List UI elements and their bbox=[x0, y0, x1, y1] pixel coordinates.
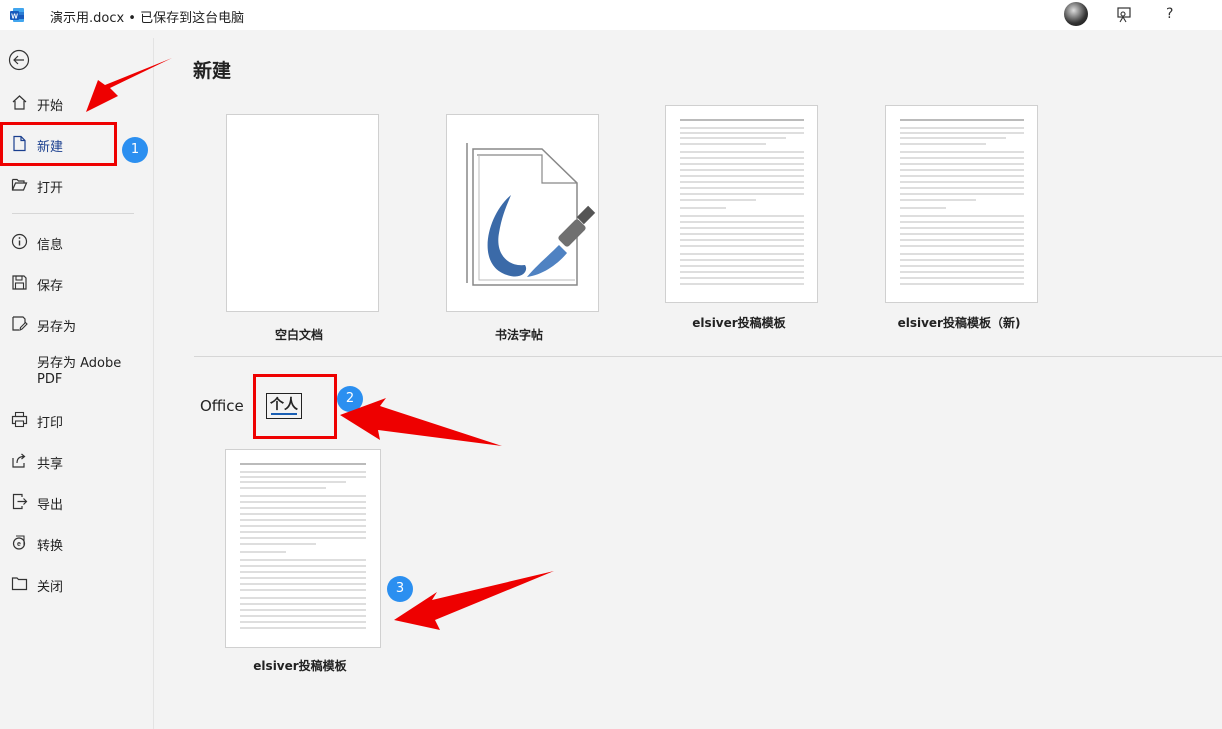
template-calligraphy-thumbnail[interactable] bbox=[446, 114, 599, 312]
document-lines-preview bbox=[900, 119, 1024, 285]
personal-template-elsiver-label: elsiver投稿模板 bbox=[253, 659, 347, 673]
calligraphy-illustration-icon bbox=[466, 143, 596, 286]
document-title: 演示用.docx • 已保存到这台电脑 bbox=[50, 11, 245, 26]
nav-export-label: 导出 bbox=[37, 498, 64, 513]
print-icon bbox=[11, 411, 28, 428]
template-blank-label: 空白文档 bbox=[274, 328, 323, 342]
save-as-icon bbox=[12, 316, 28, 331]
word-logo-icon: W bbox=[10, 8, 24, 22]
back-arrow-icon[interactable] bbox=[8, 49, 30, 71]
nav-info-label: 信息 bbox=[37, 238, 64, 253]
section-divider bbox=[194, 356, 1222, 357]
template-elsiver-new-label: elsiver投稿模板（新) bbox=[897, 316, 1021, 330]
nav-convert[interactable]: e 转换 bbox=[0, 526, 153, 560]
document-lines-preview bbox=[240, 463, 366, 629]
title-bar: W 演示用.docx • 已保存到这台电脑 ? bbox=[0, 0, 1222, 30]
avatar[interactable] bbox=[1064, 2, 1088, 26]
new-document-icon bbox=[13, 135, 26, 152]
tab-personal[interactable]: 个人 bbox=[266, 393, 302, 419]
convert-icon: e bbox=[12, 535, 26, 550]
feedback-icon[interactable] bbox=[1115, 6, 1133, 24]
home-icon bbox=[12, 95, 27, 110]
template-calligraphy-label: 书法字帖 bbox=[494, 328, 543, 342]
nav-home-label: 开始 bbox=[37, 99, 64, 114]
nav-divider bbox=[12, 213, 134, 214]
document-lines-preview bbox=[680, 119, 804, 285]
template-blank-thumbnail[interactable] bbox=[226, 114, 379, 312]
help-icon[interactable]: ? bbox=[1166, 6, 1173, 22]
nav-new[interactable]: 新建 bbox=[0, 127, 153, 161]
nav-open[interactable]: 打开 bbox=[0, 168, 153, 202]
nav-close-label: 关闭 bbox=[37, 580, 64, 595]
close-folder-icon bbox=[11, 577, 28, 591]
export-icon bbox=[12, 493, 28, 510]
nav-export[interactable]: 导出 bbox=[0, 485, 153, 519]
page-title: 新建 bbox=[193, 60, 232, 82]
tab-office[interactable]: Office bbox=[200, 397, 244, 415]
personal-template-elsiver-thumbnail[interactable] bbox=[225, 449, 381, 648]
backstage-sidebar: 开始 新建 打开 信息 保存 另存为 另存为 Adobe PDF 打印 共享 导… bbox=[0, 38, 154, 729]
info-icon bbox=[11, 233, 28, 250]
nav-open-label: 打开 bbox=[37, 181, 64, 196]
nav-save-as-label: 另存为 bbox=[37, 320, 77, 335]
template-elsiver-label: elsiver投稿模板 bbox=[692, 316, 786, 330]
nav-new-label: 新建 bbox=[37, 140, 64, 155]
nav-save-label: 保存 bbox=[37, 279, 64, 294]
nav-print-label: 打印 bbox=[37, 416, 64, 431]
svg-text:W: W bbox=[11, 13, 18, 20]
nav-save-as-pdf-label: 另存为 Adobe PDF bbox=[37, 356, 122, 387]
nav-save-as[interactable]: 另存为 bbox=[0, 307, 153, 341]
new-document-panel: 新建 空白文档 书法字帖 elsiver投稿模板 elsiver投稿模板（新) … bbox=[154, 38, 1222, 729]
template-elsiver-new-thumbnail[interactable] bbox=[885, 105, 1038, 303]
template-elsiver-thumbnail[interactable] bbox=[665, 105, 818, 303]
nav-info[interactable]: 信息 bbox=[0, 225, 153, 259]
save-icon bbox=[12, 275, 27, 290]
nav-save[interactable]: 保存 bbox=[0, 266, 153, 300]
nav-print[interactable]: 打印 bbox=[0, 403, 153, 437]
nav-share-label: 共享 bbox=[37, 457, 64, 472]
nav-home[interactable]: 开始 bbox=[0, 86, 153, 120]
nav-share[interactable]: 共享 bbox=[0, 444, 153, 478]
nav-close[interactable]: 关闭 bbox=[0, 567, 153, 601]
svg-text:e: e bbox=[17, 541, 21, 548]
open-folder-icon bbox=[11, 178, 28, 191]
nav-save-as-pdf[interactable]: 另存为 Adobe PDF bbox=[0, 356, 153, 396]
share-icon bbox=[12, 453, 26, 468]
nav-convert-label: 转换 bbox=[37, 539, 64, 554]
